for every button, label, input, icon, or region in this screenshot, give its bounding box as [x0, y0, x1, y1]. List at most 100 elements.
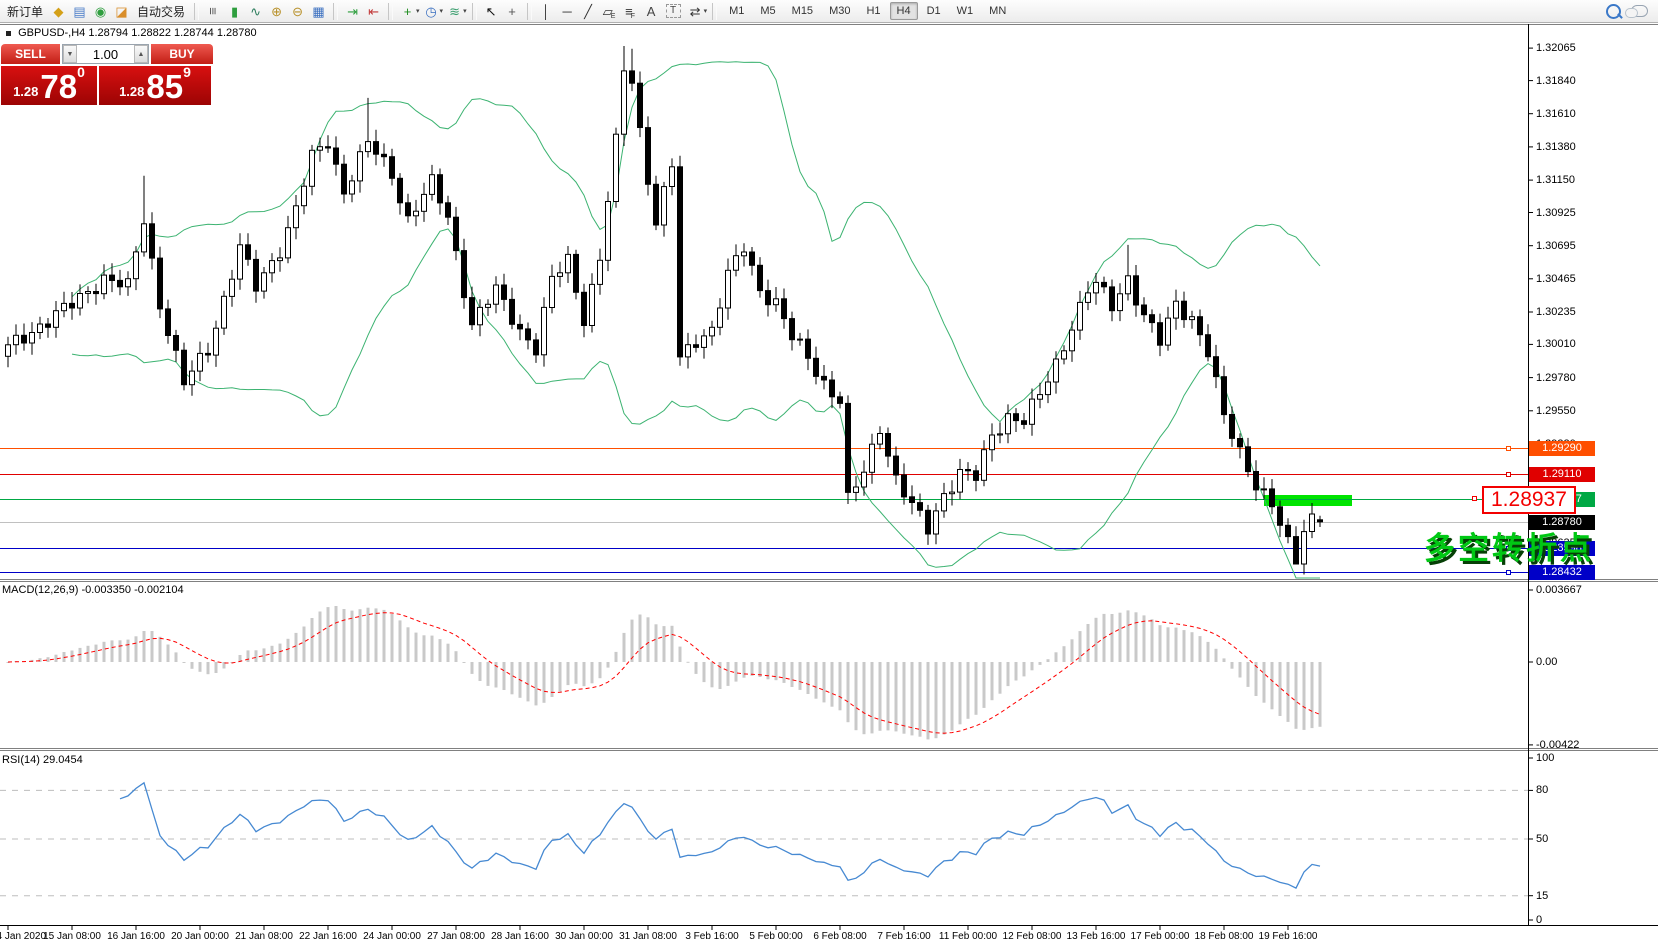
hline-anchor-handle[interactable] — [1506, 472, 1511, 477]
buy-button[interactable]: BUY — [151, 44, 213, 64]
date-axis-label: 6 Feb 08:00 — [813, 931, 866, 942]
horizontal-line-object[interactable] — [0, 548, 1528, 549]
buy-price-big: 85 — [146, 72, 183, 102]
depth-of-market-icon[interactable]: ▤ — [69, 2, 90, 20]
chart-window-icon — [6, 31, 11, 36]
buy-price-display[interactable]: 1.28 85 9 — [99, 66, 211, 105]
crosshair-icon[interactable]: + — [502, 2, 523, 20]
new-order-button[interactable]: 新订单 — [2, 2, 48, 21]
hline-anchor-handle[interactable] — [1506, 570, 1511, 575]
timeframe-button-m30[interactable]: M30 — [822, 2, 857, 20]
sell-price-display[interactable]: 1.28 78 0 — [1, 66, 97, 105]
new-chart-icon[interactable]: + — [397, 2, 418, 20]
text-tool-icon[interactable]: A — [641, 2, 662, 20]
timeframe-button-d1[interactable]: D1 — [920, 2, 948, 20]
date-axis-label: 17 Feb 00:00 — [1131, 931, 1190, 942]
volume-field[interactable]: ▼ 1.00 ▲ — [62, 44, 149, 64]
volume-value[interactable]: 1.00 — [77, 47, 134, 62]
chart-symbol-period: GBPUSD-,H4 — [18, 27, 85, 39]
toolbar-right-group — [1606, 4, 1656, 19]
channel-tool-icon[interactable]: ▱E — [599, 2, 620, 20]
cursor-icon[interactable]: ↖ — [481, 2, 502, 20]
toolbar-separator — [333, 3, 338, 20]
channel-tool-icon-letter: E — [611, 13, 616, 20]
arrows-tool-icon[interactable]: ⇄ — [685, 2, 706, 20]
chart-title: GBPUSD-,H4 1.28794 1.28822 1.28744 1.287… — [6, 27, 257, 39]
horizontal-line-object[interactable] — [0, 522, 1528, 523]
timeframe-button-mn[interactable]: MN — [982, 2, 1013, 20]
auto-trading-button[interactable]: 自动交易 — [132, 2, 190, 21]
one-click-trading-panel: SELL ▼ 1.00 ▲ BUY 1.28 78 0 1.28 85 9 — [1, 44, 213, 105]
rsi-label: RSI(14) 29.0454 — [2, 754, 83, 766]
volume-decrease-button[interactable]: ▼ — [63, 45, 77, 63]
tile-windows-icon[interactable]: ▦ — [308, 2, 329, 20]
volume-increase-button[interactable]: ▲ — [134, 45, 148, 63]
rsi-axis-label: 0 — [1536, 914, 1542, 926]
date-axis-label: 21 Jan 08:00 — [235, 931, 293, 942]
arrows-tool-icon-dropdown[interactable]: ▾ — [704, 7, 708, 15]
indicators-icon[interactable]: ≋ — [444, 2, 465, 20]
mt4-terminal: 新订单◆▤◉◪自动交易≡▮∿⊕⊖▦⇥⇤+▾◷▾≋▾↖+│─╱▱E≡FAT⇄▾M1… — [0, 0, 1658, 946]
turning-point-annotation[interactable]: 多空转折点 — [1424, 523, 1594, 568]
label-tool-icon[interactable]: T — [666, 4, 681, 18]
date-axis-label: 24 Jan 00:00 — [363, 931, 421, 942]
macd-axis-label: 0.00 — [1536, 656, 1557, 668]
period-clock-icon-dropdown[interactable]: ▾ — [440, 7, 444, 15]
horizontal-line-object[interactable] — [0, 499, 1528, 500]
price-axis-tick-label: 1.30010 — [1536, 338, 1576, 350]
sell-button[interactable]: SELL — [1, 44, 60, 64]
support-zone-highlight[interactable] — [1264, 495, 1352, 506]
macd-pane-splitter[interactable] — [0, 579, 1658, 580]
hline-anchor-handle[interactable] — [1506, 446, 1511, 451]
date-axis-label: 18 Feb 08:00 — [1195, 931, 1254, 942]
period-clock-icon[interactable]: ◷ — [421, 2, 442, 20]
candlestick-type-icon[interactable]: ▮ — [224, 2, 245, 20]
price-axis-tick-label: 1.30695 — [1536, 240, 1576, 252]
horizontal-line-tool-icon[interactable]: ─ — [557, 2, 578, 20]
zoom-out-icon[interactable]: ⊖ — [287, 2, 308, 20]
toolbar-separator — [712, 3, 717, 20]
date-axis-label: 19 Feb 16:00 — [1259, 931, 1318, 942]
rsi-pane-splitter[interactable] — [0, 748, 1658, 749]
bar-chart-type-icon[interactable]: ≡ — [205, 1, 223, 22]
callout-anchor-handle[interactable] — [1472, 496, 1477, 501]
search-icon[interactable] — [1606, 4, 1621, 19]
buy-price-pip: 9 — [183, 66, 191, 78]
signal-icon[interactable]: ◉ — [90, 2, 111, 20]
new-chart-icon-dropdown[interactable]: ▾ — [416, 7, 420, 15]
horizontal-line-object[interactable] — [0, 572, 1528, 573]
vertical-line-tool-icon[interactable]: │ — [536, 2, 557, 20]
indicators-icon-dropdown[interactable]: ▾ — [463, 7, 467, 15]
horizontal-line-object[interactable] — [0, 474, 1528, 475]
timeframe-button-m5[interactable]: M5 — [753, 2, 782, 20]
price-axis-tick-label: 1.31610 — [1536, 108, 1576, 120]
timeframe-button-h1[interactable]: H1 — [859, 2, 887, 20]
trendline-tool-icon[interactable]: ╱ — [578, 2, 599, 20]
market-watch-icon[interactable]: ◆ — [48, 2, 69, 20]
auto-scroll-icon[interactable]: ⇥ — [342, 2, 363, 20]
price-callout-label[interactable]: 1.28937 — [1482, 486, 1576, 514]
chart-top-border — [0, 24, 1658, 25]
price-axis-tick-label: 1.30925 — [1536, 207, 1576, 219]
timeframe-button-h4[interactable]: H4 — [890, 2, 918, 20]
line-chart-type-icon[interactable]: ∿ — [245, 2, 266, 20]
price-axis-tick-label: 1.29550 — [1536, 405, 1576, 417]
auto-trading-folder-icon[interactable]: ◪ — [111, 2, 132, 20]
zoom-in-icon[interactable]: ⊕ — [266, 2, 287, 20]
toolbar-separator — [194, 3, 199, 20]
chat-icon[interactable] — [1631, 5, 1648, 17]
chart-shift-icon[interactable]: ⇤ — [363, 2, 384, 20]
timeframe-button-m15[interactable]: M15 — [785, 2, 820, 20]
timeframe-button-m1[interactable]: M1 — [722, 2, 751, 20]
macd-axis-label: -0.00422 — [1536, 739, 1579, 751]
toolbar: 新订单◆▤◉◪自动交易≡▮∿⊕⊖▦⇥⇤+▾◷▾≋▾↖+│─╱▱E≡FAT⇄▾M1… — [0, 0, 1658, 23]
chart-ohlc-quote: 1.28794 1.28822 1.28744 1.28780 — [88, 27, 256, 39]
fibonacci-tool-icon[interactable]: ≡F — [620, 2, 641, 20]
toolbar-separator — [472, 3, 477, 20]
horizontal-line-object[interactable] — [0, 448, 1528, 449]
date-axis-label: 20 Jan 00:00 — [171, 931, 229, 942]
date-axis-label: 12 Feb 08:00 — [1003, 931, 1062, 942]
date-axis-label: 5 Feb 00:00 — [749, 931, 802, 942]
timeframe-button-w1[interactable]: W1 — [950, 2, 981, 20]
price-axis-badge: 1.29110 — [1529, 467, 1595, 482]
